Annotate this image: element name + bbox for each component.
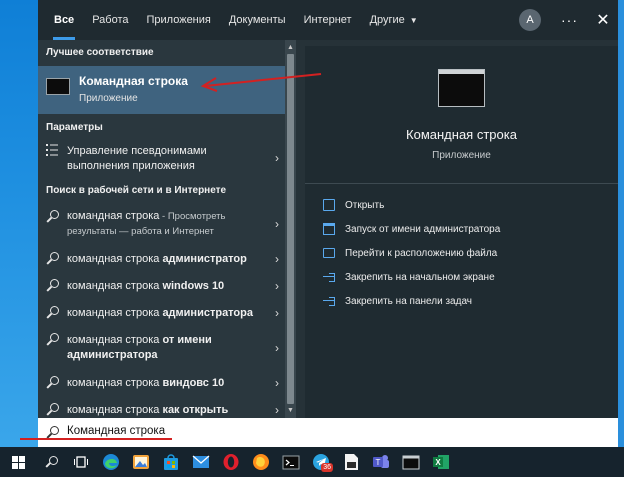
best-match-title: Командная строка (79, 74, 188, 88)
search-icon (46, 376, 59, 389)
preview-pane: Командная строка Приложение Открыть Запу… (305, 46, 618, 418)
search-icon (46, 403, 59, 416)
chevron-right-icon: › (275, 279, 279, 293)
tab-work[interactable]: Работа (83, 0, 137, 40)
best-match-subtitle: Приложение (79, 93, 138, 104)
chevron-right-icon: › (275, 376, 279, 390)
store-icon[interactable] (156, 447, 186, 477)
web-result-item[interactable]: командная строка администратора › (38, 303, 285, 323)
desktop-background (0, 0, 38, 447)
notification-badge: 36 (321, 463, 333, 472)
search-icon (46, 210, 59, 223)
divider (305, 183, 618, 184)
web-result-item[interactable]: командная строка - Просмотреть результат… (38, 206, 285, 242)
tab-documents[interactable]: Документы (220, 0, 295, 40)
file-location-icon (323, 248, 335, 258)
results-scrollbar[interactable]: ▲ ▼ (285, 40, 296, 418)
section-best-match: Лучшее соответствие (46, 47, 154, 58)
preview-title: Командная строка (406, 127, 517, 142)
search-input[interactable]: Командная строка (67, 425, 165, 437)
web-result-item[interactable]: командная строка виндовс 10 › (38, 373, 285, 393)
action-pin-to-taskbar[interactable]: Закрепить на панели задач (323, 293, 472, 309)
chevron-right-icon: › (275, 252, 279, 266)
firefox-icon[interactable] (246, 447, 276, 477)
admin-window-icon (323, 223, 335, 235)
action-run-as-admin[interactable]: Запуск от имени администратора (323, 221, 500, 237)
preview-subtitle: Приложение (432, 150, 491, 161)
excel-icon[interactable]: X (426, 447, 456, 477)
windows-start-icon[interactable] (0, 447, 36, 477)
terminal-icon[interactable] (276, 447, 306, 477)
section-settings: Параметры (46, 122, 103, 133)
avatar[interactable]: A (519, 9, 541, 31)
teams-icon[interactable]: T (366, 447, 396, 477)
close-icon[interactable]: ✕ (596, 10, 610, 30)
chevron-right-icon: › (275, 151, 279, 165)
mail-icon[interactable] (186, 447, 216, 477)
tab-all[interactable]: Все (45, 0, 83, 40)
chevron-right-icon: › (275, 217, 279, 231)
telegram-icon[interactable]: 36 (306, 447, 336, 477)
cmd-icon (46, 78, 70, 95)
chevron-right-icon: › (275, 403, 279, 417)
tab-more-dropdown[interactable]: Другие ▼ (361, 0, 427, 40)
web-result-item[interactable]: командная строка windows 10 › (38, 276, 285, 296)
task-view-icon[interactable] (66, 447, 96, 477)
search-icon (46, 279, 59, 292)
results-list: Лучшее соответствие Командная строка При… (38, 40, 285, 418)
search-icon (46, 333, 59, 346)
search-scope-tabs: Все Работа Приложения Документы Интернет… (38, 0, 618, 40)
action-open[interactable]: Открыть (323, 197, 384, 213)
svg-text:X: X (435, 458, 441, 467)
open-icon (323, 199, 335, 211)
annotation-arrow (200, 73, 322, 92)
annotation-underline (20, 438, 172, 440)
chevron-right-icon: › (275, 341, 279, 355)
tab-apps[interactable]: Приложения (138, 0, 220, 40)
edge-icon[interactable] (96, 447, 126, 477)
svg-text:T: T (376, 458, 381, 467)
taskbar: 36 T X (0, 447, 624, 477)
search-icon[interactable] (36, 447, 66, 477)
search-box[interactable]: Командная строка (38, 418, 618, 447)
action-open-file-location[interactable]: Перейти к расположению файла (323, 245, 497, 261)
start-search-panel: Все Работа Приложения Документы Интернет… (38, 0, 618, 447)
pin-icon (323, 295, 335, 307)
list-icon (46, 144, 59, 157)
web-result-item[interactable]: командная строка администратор › (38, 249, 285, 269)
more-options-button[interactable]: ··· (561, 12, 578, 28)
search-icon (46, 306, 59, 319)
web-result-item[interactable]: командная строка как открыть › (38, 400, 285, 418)
section-web-search: Поиск в рабочей сети и в Интернете (46, 185, 227, 196)
cmd-icon[interactable] (396, 447, 426, 477)
action-pin-to-start[interactable]: Закрепить на начальном экране (323, 269, 495, 285)
settings-item-line2: выполнения приложения (67, 160, 195, 172)
search-icon (46, 252, 59, 265)
settings-item-line1: Управление псевдонимами (67, 145, 207, 157)
chevron-right-icon: › (275, 306, 279, 320)
settings-item-app-aliases[interactable]: Управление псевдонимами выполнения прило… (38, 140, 285, 176)
tab-web[interactable]: Интернет (295, 0, 361, 40)
opera-icon[interactable] (216, 447, 246, 477)
file-icon[interactable] (336, 447, 366, 477)
pin-icon (323, 271, 335, 283)
cmd-icon (438, 69, 485, 107)
scroll-thumb[interactable] (287, 54, 294, 404)
chevron-down-icon: ▼ (409, 15, 418, 25)
scroll-up-icon[interactable]: ▲ (285, 42, 296, 53)
photos-icon[interactable] (126, 447, 156, 477)
desktop-background-right (618, 0, 624, 447)
scroll-down-icon[interactable]: ▼ (285, 405, 296, 416)
web-result-item[interactable]: командная строка от имени администратора… (38, 330, 285, 366)
